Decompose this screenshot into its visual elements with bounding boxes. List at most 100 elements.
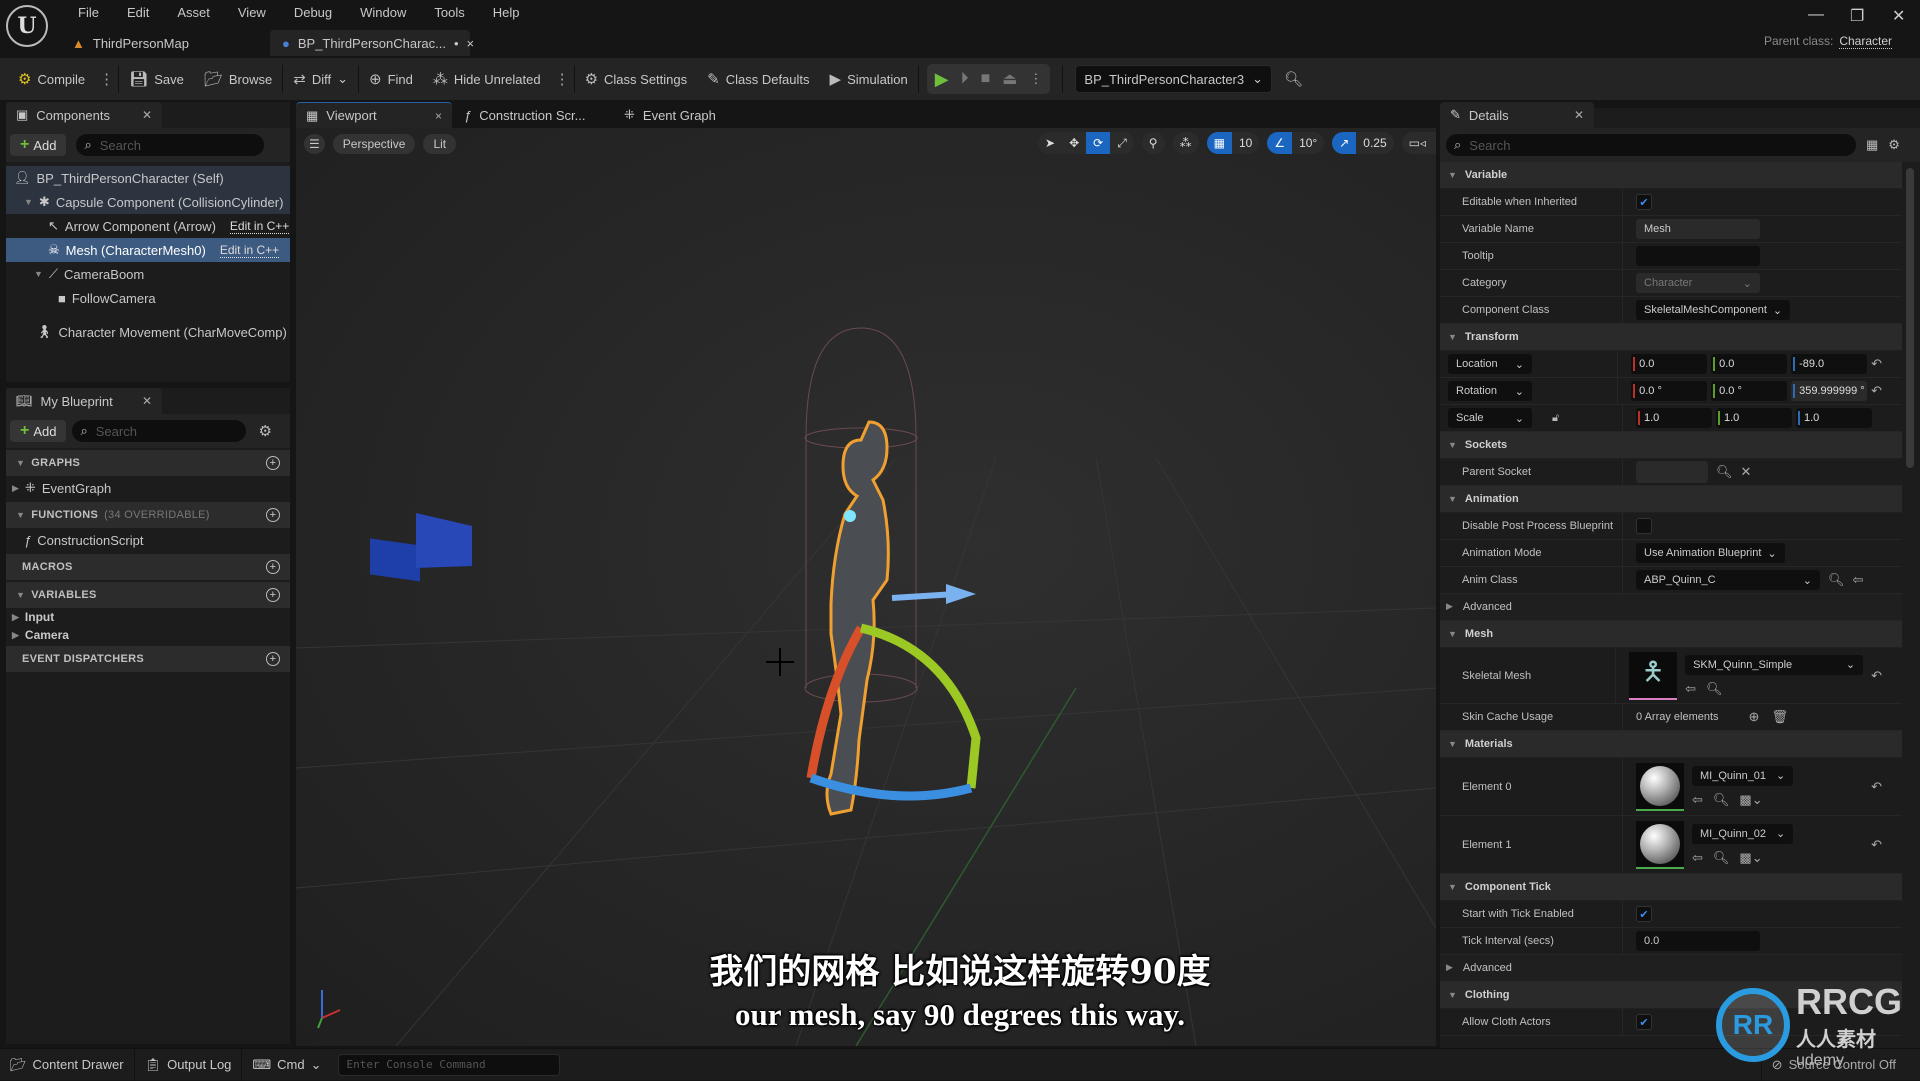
menu-asset[interactable]: Asset — [163, 5, 224, 20]
coordinate-system-button[interactable]: ⚲ — [1141, 132, 1165, 154]
allow-cloth-actors-checkbox[interactable]: ✔ — [1636, 1014, 1652, 1030]
section-animation[interactable]: ▼ Animation — [1440, 486, 1902, 513]
location-y-input[interactable]: 0.0 — [1711, 354, 1788, 374]
scale-x-input[interactable]: 1.0 — [1636, 408, 1712, 428]
close-icon[interactable]: ✕ — [1574, 108, 1584, 122]
use-selected-icon[interactable]: ⇦ — [1685, 681, 1696, 697]
compile-options-icon[interactable]: ⋮ — [95, 70, 118, 88]
advance-frame-icon[interactable]: ⏵ — [961, 70, 969, 88]
hide-unrelated-button[interactable]: ⁂ Hide Unrelated — [423, 63, 551, 95]
browse-asset-icon[interactable]: 🔍︎ — [1706, 681, 1723, 697]
close-icon[interactable]: × — [435, 109, 442, 123]
rotate-tool-icon[interactable]: ⟳ — [1086, 132, 1111, 154]
class-defaults-button[interactable]: ✎ Class Defaults — [697, 63, 819, 95]
play-icon[interactable]: ▶ — [935, 69, 949, 90]
tree-item-capsule[interactable]: ▼ ✱ Capsule Component (CollisionCylinder) — [6, 190, 290, 214]
browse-button[interactable]: 📂︎ Browse — [194, 63, 282, 95]
add-element-icon[interactable]: ⊕ — [1749, 709, 1760, 725]
tab-bp-thirdpersoncharacter[interactable]: ● BP_ThirdPersonCharac... • × — [270, 30, 474, 56]
simulation-button[interactable]: ▶ Simulation — [820, 63, 918, 95]
animation-mode-select[interactable]: Use Animation Blueprint ⌄ — [1636, 543, 1785, 563]
parent-class-link[interactable]: Character — [1839, 34, 1892, 49]
output-log-button[interactable]: 📋︎ Output Log — [135, 1048, 243, 1081]
variable-category-camera[interactable]: ▶ Camera — [6, 626, 290, 644]
translate-tool-icon[interactable]: ✥ — [1062, 132, 1086, 154]
functions-section[interactable]: ▼ FUNCTIONS (34 OVERRIDABLE) + — [6, 502, 290, 528]
menu-help[interactable]: Help — [479, 5, 534, 20]
tooltip-input[interactable] — [1636, 246, 1760, 266]
viewport-options-button[interactable]: ☰ — [304, 134, 325, 154]
my-blueprint-search-input[interactable]: ⌕ Search — [72, 420, 247, 442]
anim-class-select[interactable]: ABP_Quinn_C ⌄ — [1636, 570, 1820, 590]
texture-icon[interactable]: ▩⌄ — [1739, 792, 1762, 808]
hide-unrelated-options-icon[interactable]: ⋮ — [551, 70, 574, 88]
table-view-icon[interactable]: ▦ — [1866, 137, 1878, 153]
unlock-icon[interactable]: 🔓︎ — [1552, 412, 1559, 425]
editable-when-inherited-checkbox[interactable]: ✔ — [1636, 194, 1652, 210]
save-button[interactable]: 💾︎ Save — [119, 63, 194, 95]
location-x-input[interactable]: 0.0 — [1631, 354, 1708, 374]
use-selected-icon[interactable]: ⇦ — [1692, 792, 1703, 808]
rotation-mode-select[interactable]: Rotation ⌄ — [1448, 381, 1532, 401]
browse-asset-icon[interactable]: 🔍︎ — [1828, 572, 1845, 588]
reset-to-default-icon[interactable]: ↶ — [1871, 837, 1882, 853]
tree-item-followcamera[interactable]: ■ FollowCamera — [6, 286, 290, 310]
unreal-logo[interactable]: U — [6, 5, 48, 47]
cmd-select[interactable]: ⌨ Cmd ⌄ — [242, 1049, 331, 1081]
scale-mode-select[interactable]: Scale ⌄ — [1448, 408, 1532, 428]
menu-tools[interactable]: Tools — [420, 5, 478, 20]
tab-viewport[interactable]: ▦ Viewport × — [296, 102, 452, 128]
menu-window[interactable]: Window — [346, 5, 420, 20]
event-graph-item[interactable]: ▶ ⁜ EventGraph — [6, 476, 290, 500]
tree-item-cameraboom[interactable]: ▼ ⟋ CameraBoom — [6, 262, 290, 286]
add-component-button[interactable]: + Add — [10, 134, 67, 156]
clear-icon[interactable]: ✕ — [1741, 464, 1752, 480]
console-command-input[interactable]: Enter Console Command — [337, 1053, 560, 1076]
add-macro-icon[interactable]: + — [266, 560, 280, 574]
use-selected-icon[interactable]: ⇦ — [1692, 850, 1703, 866]
animation-advanced[interactable]: ▶ Advanced — [1440, 594, 1902, 621]
diff-button[interactable]: ⇄ Diff ⌄ — [283, 63, 358, 95]
tree-item-charmovement[interactable]: 🚶︎ Character Movement (CharMoveComp) — [6, 320, 290, 344]
lit-button[interactable]: Lit — [423, 134, 457, 154]
texture-icon[interactable]: ▩⌄ — [1739, 850, 1762, 866]
material-1-thumbnail[interactable] — [1636, 820, 1684, 869]
browse-asset-icon[interactable]: 🔍︎ — [1713, 792, 1730, 808]
delete-icon[interactable]: 🗑︎ — [1771, 709, 1788, 725]
class-settings-button[interactable]: ⚙ Class Settings — [575, 63, 698, 95]
reset-to-default-icon[interactable]: ↶ — [1871, 779, 1882, 795]
components-tab[interactable]: ▣ Components ✕ — [6, 102, 162, 128]
details-scrollbar[interactable] — [1906, 168, 1914, 468]
variable-name-input[interactable]: Mesh — [1636, 219, 1760, 239]
rotation-z-input[interactable]: 359.999999 ° — [1791, 381, 1868, 401]
disable-post-process-checkbox[interactable] — [1636, 518, 1652, 534]
grid-snap-toggle[interactable]: ▦ 10 — [1206, 132, 1260, 154]
parent-socket-input[interactable] — [1636, 461, 1708, 483]
viewport[interactable]: ☰ Perspective Lit ➤ ✥ ⟳ ⤢ ⚲ ⁂ ▦ 10 ∠ 10° ↗… — [296, 128, 1436, 1046]
section-sockets[interactable]: ▼ Sockets — [1440, 432, 1902, 459]
reset-to-default-icon[interactable]: ↶ — [1871, 383, 1882, 399]
browse-socket-icon[interactable]: 🔍︎ — [1716, 464, 1733, 480]
details-tab[interactable]: ✎ Details ✕ — [1440, 102, 1594, 128]
macros-section[interactable]: MACROS + — [6, 554, 290, 580]
location-z-input[interactable]: -89.0 — [1791, 354, 1868, 374]
restore-button[interactable]: ❐ — [1850, 6, 1864, 26]
tick-advanced[interactable]: ▶ Advanced — [1440, 955, 1902, 982]
edit-in-cpp-link[interactable]: Edit in C++ — [219, 243, 280, 258]
perspective-button[interactable]: Perspective — [332, 134, 416, 154]
skeletal-mesh-select[interactable]: SKM_Quinn_Simple ⌄ — [1685, 654, 1864, 675]
add-graph-icon[interactable]: + — [266, 456, 280, 470]
close-window-button[interactable]: ✕ — [1892, 6, 1905, 26]
tree-item-mesh[interactable]: ☠︎ Mesh (CharacterMesh0) Edit in C++ — [6, 238, 290, 262]
play-options-icon[interactable]: ⋮ — [1029, 71, 1042, 87]
close-icon[interactable]: ✕ — [142, 108, 152, 122]
edit-in-cpp-link[interactable]: Edit in C++ — [229, 219, 290, 234]
find-button[interactable]: ⊕ Find — [359, 63, 423, 95]
menu-edit[interactable]: Edit — [113, 5, 163, 20]
section-variable[interactable]: ▼ Variable — [1440, 162, 1902, 189]
details-search-input[interactable]: ⌕ Search — [1446, 134, 1856, 156]
rotation-x-input[interactable]: 0.0 ° — [1631, 381, 1708, 401]
tick-interval-input[interactable]: 0.0 — [1636, 931, 1760, 951]
material-0-select[interactable]: MI_Quinn_01 ⌄ — [1692, 765, 1794, 786]
surface-snap-button[interactable]: ⁂ — [1172, 132, 1199, 154]
